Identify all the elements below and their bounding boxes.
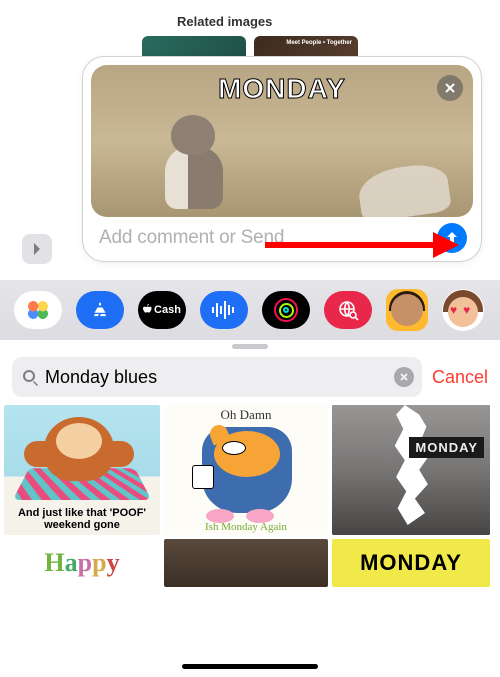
gif-results-grid-row2: Happy MONDAY [0,535,500,587]
gif-search-row: Monday blues Cancel [0,357,500,397]
remove-attachment-button[interactable] [437,75,463,101]
gif-caption: MONDAY [409,437,484,458]
gif-caption: MONDAY [91,73,473,105]
globe-search-icon [337,299,359,321]
appstore-glyph-icon [89,299,111,321]
gif-result[interactable]: MONDAY [332,405,490,535]
app-store-icon[interactable] [76,291,124,329]
audio-messages-icon[interactable] [200,291,248,329]
gif-preview[interactable]: MONDAY [91,65,473,217]
gif-search-field[interactable]: Monday blues [12,357,422,397]
expand-apps-chevron[interactable] [22,234,52,264]
gif-caption: And just like that 'POOF' weekend gone [8,507,156,531]
comment-input[interactable]: Add comment or Send [99,227,429,249]
waveform-icon [211,301,237,319]
chevron-right-icon [31,241,43,257]
gif-result[interactable] [164,539,328,587]
close-icon [399,372,409,382]
apple-cash-icon[interactable]: Cash [138,291,186,329]
gif-caption: Oh Damn [164,407,328,423]
message-compose-card: MONDAY Add comment or Send [82,56,482,262]
cancel-button[interactable]: Cancel [432,367,488,388]
close-icon [444,82,456,94]
gif-caption: Happy [44,548,119,578]
gif-drawer: Monday blues Cancel And just like that '… [0,340,500,677]
search-icon [22,369,39,386]
gif-result[interactable]: Happy [4,539,160,587]
fitness-icon[interactable] [262,291,310,329]
gif-caption: MONDAY [360,550,462,576]
activity-rings-icon [274,298,298,322]
memoji-sticker-1[interactable] [386,289,428,331]
search-input-text[interactable]: Monday blues [45,367,394,388]
gif-result[interactable]: MONDAY [332,539,490,587]
compose-input-row: Add comment or Send [91,217,473,255]
gif-caption: Ish Monday Again [164,521,328,533]
gif-result[interactable]: Oh Damn Ish Monday Again [164,405,328,535]
send-button[interactable] [437,223,467,253]
gif-result[interactable]: And just like that 'POOF' weekend gone [4,405,160,535]
photos-app-icon[interactable] [14,291,62,329]
related-images-label: Related images [177,14,272,29]
imessage-app-tray: Cash ♥♥ [0,280,500,340]
memoji-sticker-2[interactable]: ♥♥ [442,289,484,331]
clear-search-button[interactable] [394,367,414,387]
gif-results-grid: And just like that 'POOF' weekend gone O… [0,397,500,535]
arrow-up-icon [444,230,460,246]
gif-search-icon[interactable] [324,291,372,329]
home-indicator[interactable] [182,664,318,669]
apple-logo-icon [143,304,153,316]
drawer-grab-handle[interactable] [232,344,268,349]
